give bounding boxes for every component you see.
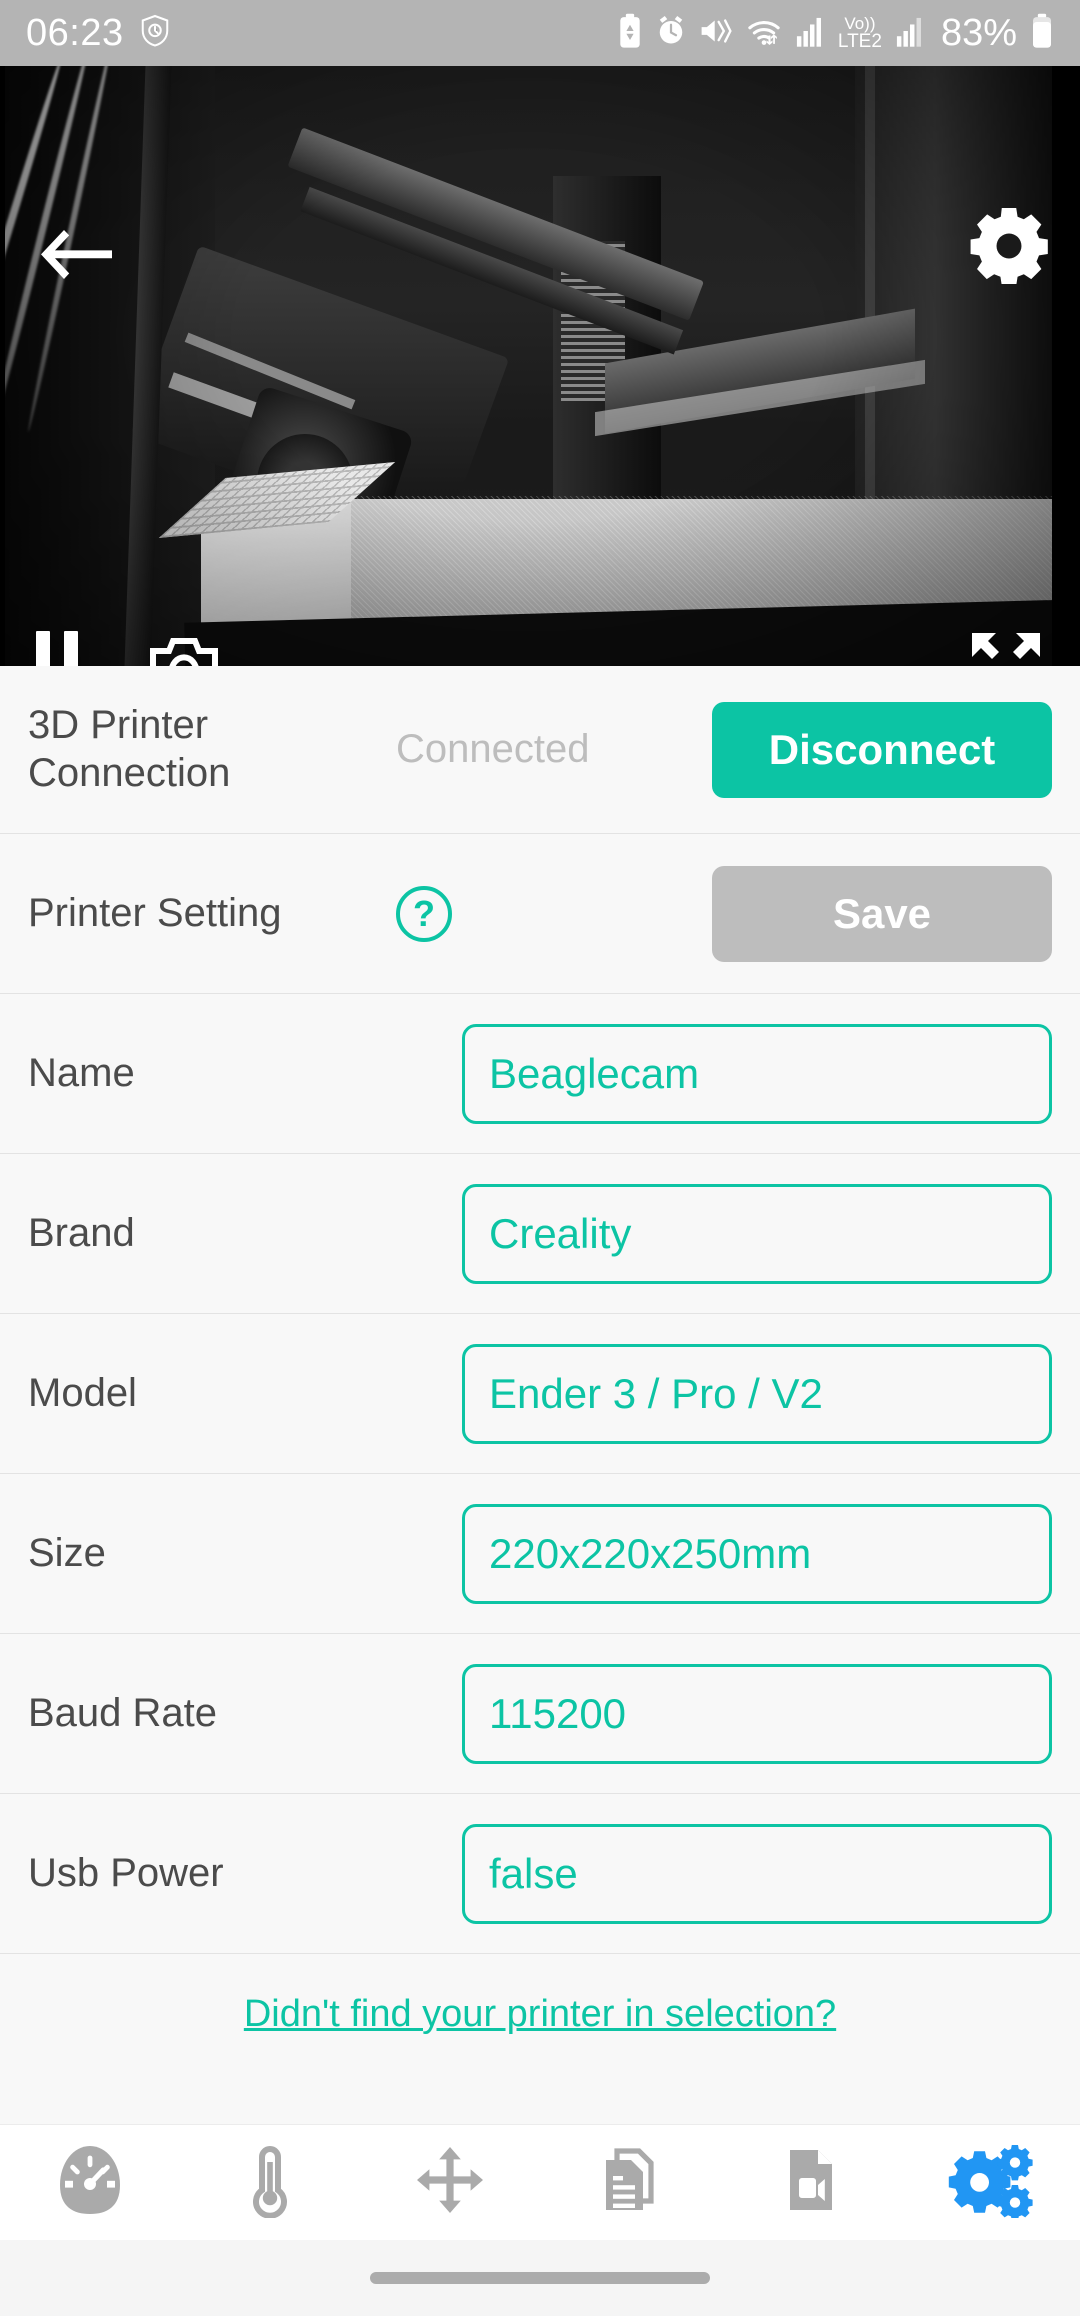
footer-link-row: Didn't find your printer in selection? — [0, 1954, 1080, 2074]
printer-setting-help-wrap: ? — [396, 885, 712, 942]
nav-item-settings[interactable] — [900, 2125, 1080, 2241]
nav-item-video[interactable] — [720, 2125, 900, 2241]
field-row-brand: Brand Creality — [0, 1154, 1080, 1314]
wifi-icon — [746, 14, 782, 53]
volte-icon: Vo)) LTE2 — [838, 15, 882, 51]
volte-top-label: Vo)) — [844, 14, 876, 33]
save-button[interactable]: Save — [712, 865, 1052, 962]
connection-row: 3D Printer Connection Connected Disconne… — [0, 666, 1080, 834]
signal2-icon — [895, 14, 925, 53]
field-row-model: Model Ender 3 / Pro / V2 — [0, 1314, 1080, 1474]
back-button[interactable] — [36, 226, 116, 286]
battery-icon — [1030, 13, 1054, 54]
status-bar-left: 06:23 — [26, 14, 170, 53]
baud-rate-input[interactable]: 115200 — [462, 1663, 1052, 1764]
printer-setting-label: Printer Setting — [28, 890, 282, 935]
battery-percent-label: 83% — [940, 12, 1017, 54]
field-label-name: Name — [28, 1050, 135, 1095]
status-bar: 06:23 Vo)) LTE2 83% — [0, 0, 1080, 66]
gauge-icon — [52, 2142, 128, 2223]
camera-settings-gear-icon[interactable] — [970, 206, 1048, 286]
thermometer-icon — [232, 2142, 308, 2223]
home-indicator-area — [0, 2240, 1080, 2316]
alarm-icon — [656, 14, 686, 53]
field-row-name: Name Beaglecam — [0, 994, 1080, 1154]
printer-scene — [5, 66, 1052, 666]
move-arrows-icon — [412, 2142, 488, 2223]
connection-label: 3D Printer Connection — [28, 702, 358, 796]
printer-setting-row: Printer Setting ? Save — [0, 834, 1080, 994]
help-question-icon[interactable]: ? — [396, 885, 452, 942]
field-row-usb-power: Usb Power false — [0, 1794, 1080, 1954]
field-row-size: Size 220x220x250mm — [0, 1474, 1080, 1634]
field-label-model: Model — [28, 1370, 137, 1415]
field-label-baud-rate: Baud Rate — [28, 1690, 218, 1735]
shield-clock-icon — [140, 14, 170, 53]
nav-item-temperature[interactable] — [180, 2125, 360, 2241]
pause-stream-button[interactable] — [36, 631, 92, 666]
connection-label-line2: Connection — [28, 750, 231, 795]
disconnect-button[interactable]: Disconnect — [712, 701, 1052, 798]
status-bar-clock: 06:23 — [26, 12, 124, 54]
connection-status-text: Connected — [396, 727, 590, 771]
camera-stream-panel[interactable] — [0, 66, 1080, 666]
nav-item-dashboard[interactable] — [0, 2125, 180, 2241]
usb-power-input[interactable]: false — [462, 1823, 1052, 1924]
pause-bar-right — [64, 631, 78, 666]
name-input[interactable]: Beaglecam — [462, 1023, 1052, 1124]
signal-icon — [795, 14, 825, 53]
field-label-size: Size — [28, 1530, 106, 1575]
field-row-baud-rate: Baud Rate 115200 — [0, 1634, 1080, 1794]
video-file-icon — [772, 2142, 848, 2223]
home-indicator[interactable] — [370, 2272, 710, 2284]
camera-stream-image — [5, 66, 1052, 666]
pause-bar-left — [36, 631, 50, 666]
snapshot-camera-icon[interactable] — [148, 636, 220, 666]
brand-input[interactable]: Creality — [462, 1183, 1052, 1284]
volte-bottom-label: LTE2 — [837, 31, 882, 52]
field-label-usb-power: Usb Power — [28, 1850, 224, 1895]
status-bar-right: Vo)) LTE2 83% — [617, 13, 1054, 54]
mute-vibrate-icon — [699, 15, 733, 52]
model-input[interactable]: Ender 3 / Pro / V2 — [462, 1343, 1052, 1444]
printer-not-found-link[interactable]: Didn't find your printer in selection? — [244, 1993, 836, 2036]
field-label-brand: Brand — [28, 1210, 135, 1255]
bottom-navigation-bar — [0, 2124, 1080, 2240]
size-input[interactable]: 220x220x250mm — [462, 1503, 1052, 1604]
gears-icon — [947, 2142, 1033, 2223]
nav-item-move[interactable] — [360, 2125, 540, 2241]
documents-icon — [592, 2142, 668, 2223]
battery-saver-icon — [617, 13, 643, 54]
settings-sheet: 3D Printer Connection Connected Disconne… — [0, 666, 1080, 2166]
connection-label-line1: 3D Printer — [28, 703, 209, 748]
nav-item-files[interactable] — [540, 2125, 720, 2241]
fullscreen-expand-icon[interactable] — [970, 631, 1042, 666]
